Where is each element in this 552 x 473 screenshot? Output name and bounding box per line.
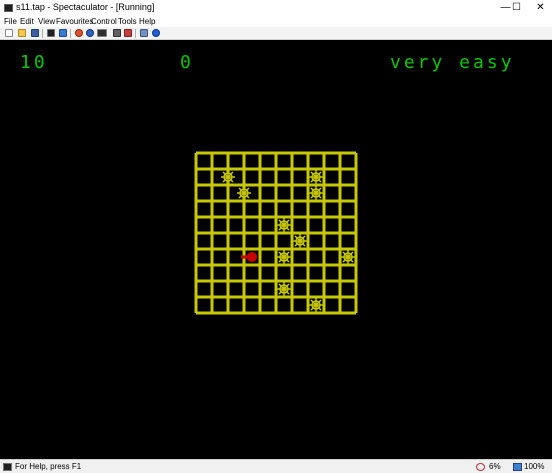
toolbar-separator	[135, 29, 136, 38]
close-icon: ✕	[536, 2, 545, 13]
pause-icon[interactable]	[86, 29, 94, 37]
speed-icon	[513, 463, 522, 471]
speed-percent: 100%	[524, 462, 545, 471]
sound-icon[interactable]	[140, 29, 148, 37]
keyboard-icon[interactable]	[47, 29, 55, 37]
help-icon[interactable]	[152, 29, 160, 37]
cpu-gauge-icon	[476, 463, 485, 471]
maximize-button[interactable]: ☐	[505, 0, 528, 16]
tape-icon[interactable]	[97, 29, 107, 37]
menu-tools[interactable]: Tools	[118, 16, 137, 27]
status-app-icon	[3, 463, 12, 471]
network-icon[interactable]	[124, 29, 132, 37]
snapshot-icon[interactable]	[113, 29, 121, 37]
emulator-screen[interactable]: 10 0 very easy	[0, 40, 552, 459]
close-button[interactable]: ✕	[529, 0, 552, 16]
open-icon[interactable]	[18, 29, 26, 37]
toolbar-separator	[70, 29, 71, 38]
display-icon[interactable]	[59, 29, 67, 37]
toolbar-separator	[42, 29, 43, 38]
game-board	[194, 151, 358, 315]
menu-file[interactable]: File	[4, 16, 17, 27]
menu-help[interactable]: Help	[139, 16, 155, 27]
save-icon[interactable]	[31, 29, 39, 37]
player-trail	[241, 255, 249, 259]
app-icon[interactable]	[4, 4, 13, 12]
window-title: s11.tap - Spectaculator - [Running]	[16, 2, 155, 12]
status-help-text: For Help, press F1	[15, 462, 82, 471]
cpu-percent: 6%	[489, 462, 501, 471]
menu-favourites[interactable]: Favourites	[56, 16, 93, 27]
toolbar	[0, 27, 552, 40]
menu-edit[interactable]: Edit	[20, 16, 34, 27]
status-bar: For Help, press F1 6% 100%	[0, 459, 552, 473]
title-bar: s11.tap - Spectaculator - [Running] — ☐ …	[0, 0, 552, 16]
menu-view[interactable]: View	[38, 16, 55, 27]
new-icon[interactable]	[5, 29, 13, 37]
menu-control[interactable]: Control	[91, 16, 117, 27]
menu-bar: File Edit View Favourites Control Tools …	[0, 16, 552, 27]
maximize-icon: ☐	[512, 2, 521, 13]
record-icon[interactable]	[75, 29, 83, 37]
